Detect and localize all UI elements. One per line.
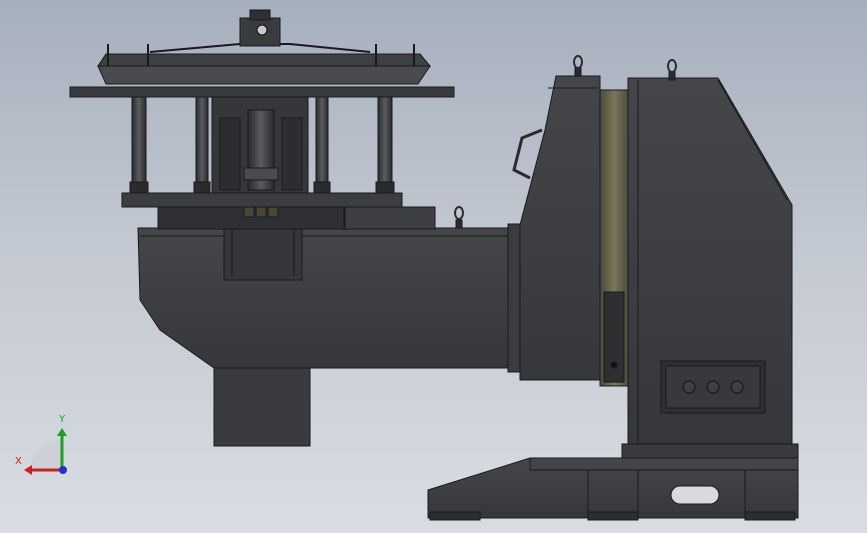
- cad-viewport[interactable]: X Y: [0, 0, 867, 533]
- tilting-arm: [137, 206, 521, 447]
- axis-x-label: X: [15, 456, 22, 467]
- axis-triad: [24, 428, 67, 475]
- tilt-housing: [512, 55, 629, 387]
- cad-model-drawing: [24, 9, 799, 521]
- headstock-column: [627, 59, 793, 445]
- positioner-base: [427, 443, 799, 521]
- turntable-assembly: [69, 9, 455, 230]
- z-axis-dot: [59, 466, 67, 474]
- axis-y-label: Y: [59, 414, 66, 425]
